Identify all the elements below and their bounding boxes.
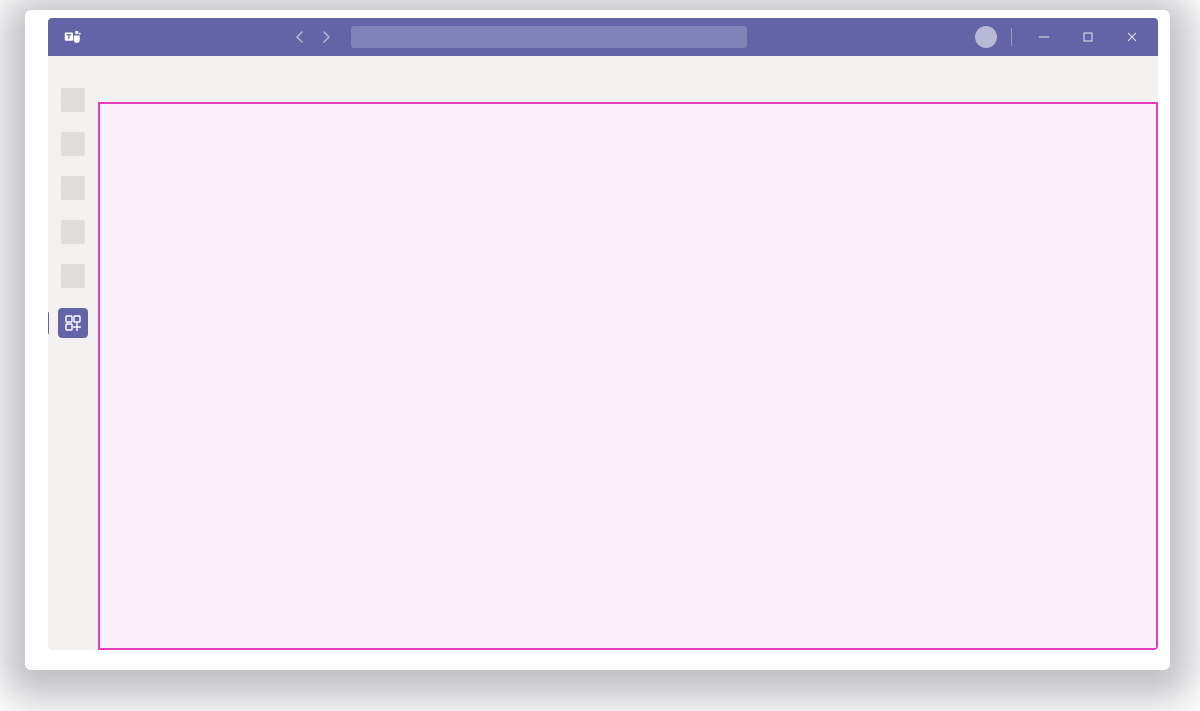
rail-item-2[interactable]	[61, 132, 85, 156]
titlebar-divider	[1011, 28, 1012, 46]
highlighted-content-area	[98, 102, 1158, 650]
user-avatar[interactable]	[975, 26, 997, 48]
rail-item-1[interactable]	[61, 88, 85, 112]
search-input[interactable]	[351, 26, 747, 48]
window-maximize-button[interactable]	[1070, 18, 1106, 56]
nav-forward-button[interactable]	[321, 30, 331, 44]
teams-logo-icon	[64, 28, 82, 46]
rail-item-4[interactable]	[61, 220, 85, 244]
history-nav	[295, 30, 331, 44]
rail-item-apps[interactable]	[58, 308, 88, 338]
rail-item-5[interactable]	[61, 264, 85, 288]
app-window	[48, 18, 1158, 650]
rail-item-3[interactable]	[61, 176, 85, 200]
window-close-button[interactable]	[1114, 18, 1150, 56]
nav-back-button[interactable]	[295, 30, 305, 44]
apps-icon	[65, 315, 81, 331]
title-bar	[48, 18, 1158, 56]
content-region	[98, 56, 1158, 650]
app-rail	[48, 56, 98, 650]
window-minimize-button[interactable]	[1026, 18, 1062, 56]
